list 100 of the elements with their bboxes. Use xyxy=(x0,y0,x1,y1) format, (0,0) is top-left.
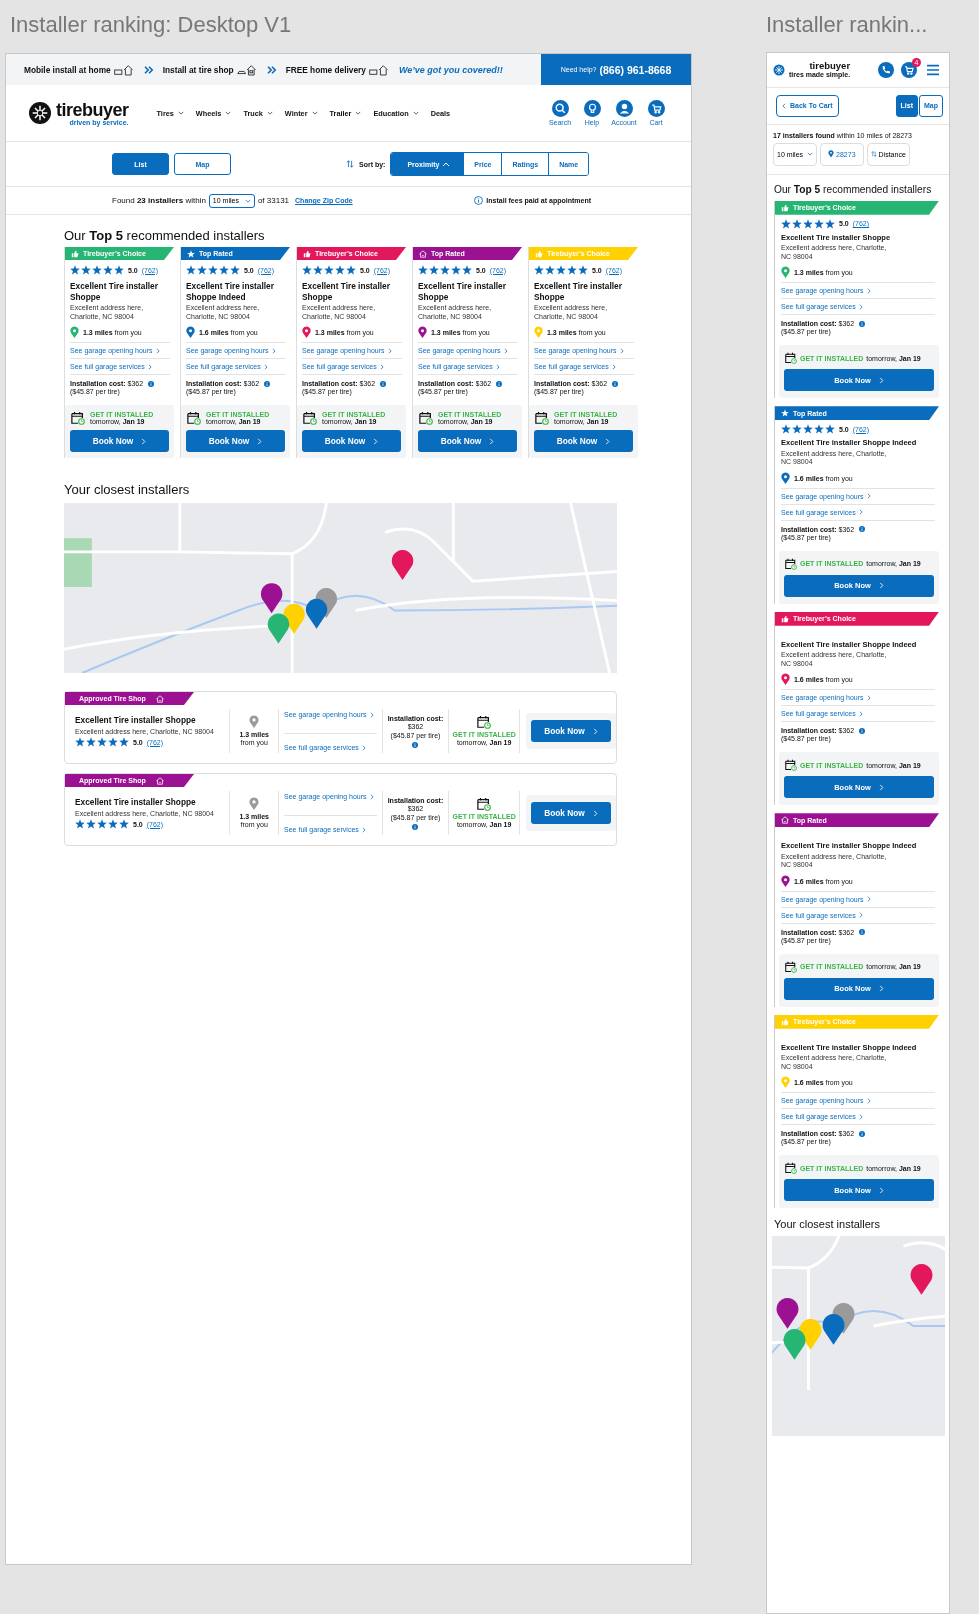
calendar-clock-icon xyxy=(785,352,797,365)
chevron-icon xyxy=(878,1186,884,1194)
chevron-icon xyxy=(866,287,871,294)
chevron-icon xyxy=(387,347,392,354)
artboard-title: Installer ranking: Desktop V1 xyxy=(9,11,293,39)
chevron-icon xyxy=(878,582,884,590)
info-icon[interactable] xyxy=(859,1130,866,1137)
promo-label: FREE home delivery xyxy=(285,64,366,75)
info-icon[interactable] xyxy=(859,929,866,936)
chevron-icon xyxy=(605,437,611,445)
thumbs-up-icon xyxy=(71,249,79,258)
book-now-button[interactable]: Book Now xyxy=(531,720,611,742)
book-now-button[interactable]: Book Now xyxy=(70,430,169,452)
phone-number[interactable]: (866) 961-8668 xyxy=(599,63,672,76)
chevron-icon xyxy=(141,437,147,445)
search-icon xyxy=(551,100,569,117)
star-icon xyxy=(440,265,450,275)
map-pin-icon xyxy=(781,874,790,888)
info-icon[interactable] xyxy=(859,727,866,734)
star-icon xyxy=(825,218,835,229)
chevron-icon xyxy=(257,437,263,445)
menu-icon[interactable] xyxy=(926,63,940,76)
chevron-icon xyxy=(495,363,500,370)
info-icon[interactable] xyxy=(148,380,155,387)
house-icon xyxy=(781,816,789,825)
star-icon xyxy=(97,737,107,747)
logo-wordmark[interactable]: tirebuyer xyxy=(809,61,851,72)
info-icon xyxy=(474,196,484,205)
chevron-icon xyxy=(858,710,863,717)
chevron-icon xyxy=(503,347,508,354)
star-icon xyxy=(429,265,439,275)
star-icon xyxy=(545,265,555,275)
chevron-icon xyxy=(379,363,384,370)
info-icon[interactable] xyxy=(496,380,503,387)
info-icon[interactable] xyxy=(859,320,866,327)
book-now-button[interactable]: Book Now xyxy=(186,430,285,452)
phone-icon[interactable] xyxy=(878,61,894,78)
map-pin-icon xyxy=(302,326,311,339)
star-icon xyxy=(186,265,196,275)
chevron-icon xyxy=(155,347,160,354)
truck-house-icon xyxy=(368,63,389,76)
info-icon[interactable] xyxy=(412,823,419,830)
map-pin-icon xyxy=(534,326,543,339)
calendar-clock-icon xyxy=(785,557,797,570)
map-pin-icon xyxy=(781,1076,790,1090)
thumbs-up-icon xyxy=(303,249,311,258)
chevron-icon xyxy=(866,1097,871,1104)
logo-wordmark[interactable]: tirebuyer xyxy=(56,100,129,119)
info-icon[interactable] xyxy=(412,741,419,748)
car-shop-icon xyxy=(236,63,257,76)
star-icon xyxy=(418,265,428,275)
thumbs-up-icon xyxy=(781,614,789,623)
chevron-icon xyxy=(489,437,495,445)
star-icon xyxy=(108,737,118,747)
installer-name: Excellent Tire installer Shoppe xyxy=(75,715,197,725)
calendar-clock-icon xyxy=(785,759,797,772)
caret-icon xyxy=(225,111,232,115)
map-pin-icon xyxy=(70,326,79,339)
info-icon[interactable] xyxy=(859,526,866,533)
chevron-icon xyxy=(361,826,366,833)
star-icon xyxy=(792,424,802,435)
van-house-icon xyxy=(113,63,134,76)
calendar-clock-icon xyxy=(785,960,797,973)
chevron-icon xyxy=(858,912,863,919)
calendar-clock-icon xyxy=(477,797,492,811)
house-icon xyxy=(155,694,164,703)
info-icon[interactable] xyxy=(264,380,271,387)
star-icon xyxy=(86,737,96,747)
chevron-icon xyxy=(611,363,616,370)
cart-icon[interactable] xyxy=(901,61,917,78)
star-icon xyxy=(92,265,102,275)
chevron-icon xyxy=(878,783,884,791)
book-now-button[interactable]: Book Now xyxy=(531,802,611,824)
info-icon[interactable] xyxy=(380,380,387,387)
chevron-icon xyxy=(361,744,366,751)
book-now-button[interactable]: Book Now xyxy=(418,430,517,452)
section-heading: Our Top 5 recommended installers xyxy=(774,183,933,195)
installer-name: Excellent Tire installer Shoppe xyxy=(534,281,623,302)
calendar-clock-icon xyxy=(71,411,85,425)
star-icon xyxy=(462,265,472,275)
star-icon xyxy=(302,265,312,275)
chevron-icon xyxy=(782,102,786,109)
book-now-button[interactable]: Book Now xyxy=(302,430,401,452)
double-chevron-icon xyxy=(143,65,154,74)
info-icon[interactable] xyxy=(612,380,619,387)
star-icon xyxy=(825,424,835,435)
results-count: Found 23 installers within xyxy=(112,196,206,205)
thumbs-up-icon xyxy=(781,203,789,212)
star-icon xyxy=(114,265,124,275)
calendar-clock-icon xyxy=(419,411,433,425)
book-now-button[interactable]: Book Now xyxy=(534,430,633,452)
star-icon xyxy=(81,265,91,275)
caret-icon xyxy=(244,198,251,203)
star-icon xyxy=(230,265,240,275)
caret-icon xyxy=(177,111,184,115)
chevron-icon xyxy=(878,985,884,993)
tire-logo-icon[interactable] xyxy=(29,102,51,124)
chevron-icon xyxy=(369,793,374,800)
star-icon xyxy=(346,265,356,275)
star-icon xyxy=(208,265,218,275)
